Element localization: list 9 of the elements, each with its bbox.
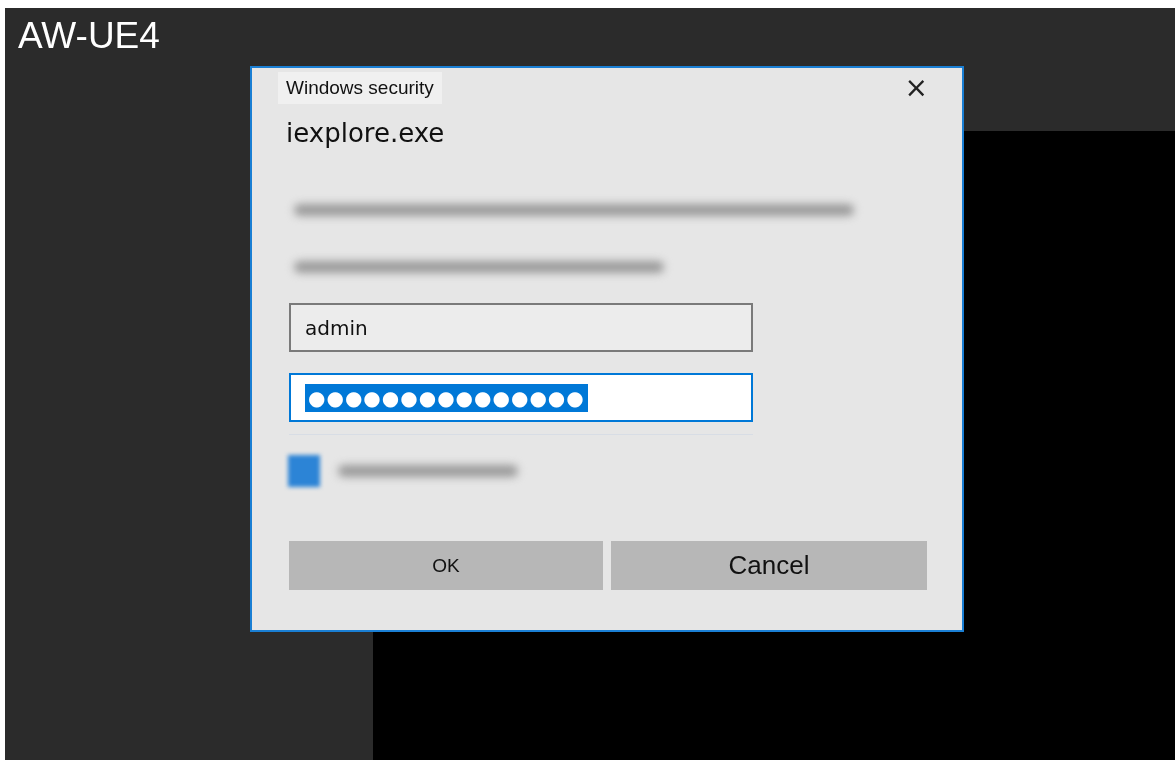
password-field[interactable]: ●●●●●●●●●●●●●●●	[289, 373, 753, 422]
cancel-button[interactable]: Cancel	[611, 541, 927, 590]
username-field[interactable]: admin	[289, 303, 753, 352]
app-title: AW-UE4	[18, 15, 160, 56]
remember-checkbox[interactable]	[288, 455, 320, 487]
app-name: iexplore.exe	[286, 118, 446, 148]
dialog-title: Windows security	[278, 72, 442, 104]
close-button[interactable]: ×	[896, 73, 936, 103]
ok-button[interactable]: OK	[289, 541, 603, 590]
